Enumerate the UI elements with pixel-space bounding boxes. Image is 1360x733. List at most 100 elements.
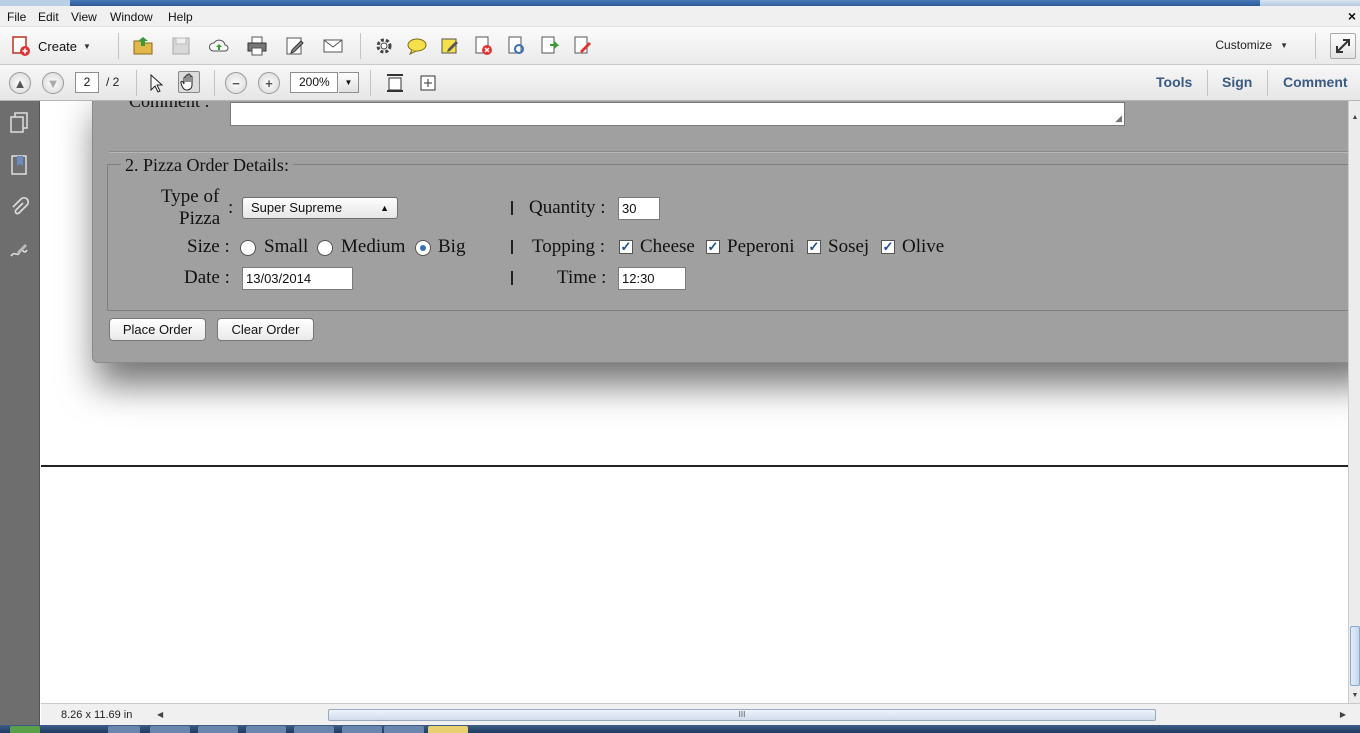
page-thumbnails-icon[interactable] <box>8 111 30 135</box>
taskbar-item[interactable] <box>294 726 334 733</box>
time-input[interactable]: 12:30 <box>618 267 686 290</box>
status-bar: 8.26 x 11.69 in ◀ III ▶ <box>41 703 1360 725</box>
attachments-icon[interactable] <box>8 196 30 220</box>
toolbar-separator <box>118 33 119 59</box>
clear-order-button[interactable]: Clear Order <box>217 318 314 341</box>
pizza-type-value: Super Supreme <box>251 200 343 215</box>
toolbar-separator <box>1267 70 1268 96</box>
signatures-icon[interactable] <box>8 239 30 263</box>
vertical-scrollbar[interactable]: ▲ ▼ <box>1348 101 1360 703</box>
size-small-radio[interactable] <box>240 240 256 256</box>
place-order-button[interactable]: Place Order <box>109 318 206 341</box>
taskbar-item-active[interactable] <box>428 726 468 733</box>
pizza-type-select[interactable]: Super Supreme ▲ <box>242 197 398 219</box>
date-label: Date : <box>184 267 230 288</box>
next-page-icon[interactable]: ▼ <box>42 72 64 94</box>
page-number-input[interactable]: 2 <box>75 72 99 93</box>
topping-peperoni-checkbox[interactable]: ✓ <box>706 240 720 254</box>
topping-cheese-checkbox[interactable]: ✓ <box>619 240 633 254</box>
zoom-level-input[interactable]: 200% <box>290 72 338 93</box>
scroll-down-icon[interactable]: ▼ <box>1349 689 1360 703</box>
main-toolbar: Create ▼ Customize ▼ <box>0 27 1360 65</box>
create-button[interactable]: Create ▼ <box>10 35 91 57</box>
menu-file[interactable]: File <box>7 10 26 24</box>
taskbar-item[interactable] <box>246 726 286 733</box>
scan-icon[interactable] <box>505 35 527 57</box>
menu-view[interactable]: View <box>71 10 97 24</box>
page-size-readout: 8.26 x 11.69 in <box>61 709 133 721</box>
start-button[interactable] <box>10 726 40 733</box>
create-pdf-icon <box>12 36 30 56</box>
highlight-icon[interactable] <box>439 35 461 57</box>
fieldset-legend: 2. Pizza Order Details: <box>121 155 293 176</box>
size-big-label: Big <box>438 236 466 257</box>
scroll-left-icon[interactable]: ◀ <box>157 707 163 722</box>
print-icon[interactable] <box>246 35 268 57</box>
edit-icon[interactable] <box>284 35 306 57</box>
comment-textarea[interactable]: ◢ <box>230 102 1125 126</box>
zoom-dropdown-button[interactable]: ▼ <box>339 72 359 93</box>
toolbar-separator <box>214 70 215 96</box>
email-icon[interactable] <box>322 35 344 57</box>
menu-edit[interactable]: Edit <box>38 10 59 24</box>
size-small-label: Small <box>264 236 309 257</box>
hand-tool-icon[interactable] <box>178 71 200 93</box>
fit-page-icon[interactable] <box>417 72 439 94</box>
tab-sign[interactable]: Sign <box>1222 74 1252 90</box>
topping-sosej-checkbox[interactable]: ✓ <box>807 240 821 254</box>
settings-gear-icon[interactable] <box>373 35 395 57</box>
bookmarks-icon[interactable] <box>8 153 30 177</box>
open-folder-icon[interactable] <box>132 35 154 57</box>
column-separator <box>511 201 513 215</box>
page-2-area <box>41 467 1348 703</box>
page-total: / 2 <box>106 75 120 89</box>
taskbar-item[interactable] <box>342 726 382 733</box>
chevron-down-icon: ▼ <box>344 78 353 87</box>
topping-olive-label: Olive <box>902 236 945 257</box>
chevron-down-icon: ▼ <box>1280 40 1288 50</box>
delete-page-icon[interactable] <box>472 35 494 57</box>
size-medium-radio[interactable] <box>317 240 333 256</box>
menu-help[interactable]: Help <box>168 10 193 24</box>
quantity-label: Quantity : <box>529 197 606 218</box>
time-label: Time : <box>557 267 607 288</box>
tab-comment[interactable]: Comment <box>1283 74 1348 90</box>
size-big-radio[interactable] <box>415 240 431 256</box>
close-document-icon[interactable]: × <box>1348 8 1356 24</box>
scroll-up-icon[interactable]: ▲ <box>1349 111 1360 125</box>
extract-icon[interactable] <box>571 35 593 57</box>
previous-page-icon[interactable]: ▲ <box>9 72 31 94</box>
create-label: Create <box>38 38 78 54</box>
comment-bubble-icon[interactable] <box>406 35 428 57</box>
taskbar-item[interactable] <box>108 726 140 733</box>
horizontal-scroll-thumb[interactable]: III <box>328 709 1156 721</box>
taskbar-item[interactable] <box>384 726 424 733</box>
horizontal-scrollbar[interactable]: ◀ III ▶ <box>151 707 1346 722</box>
topping-olive-checkbox[interactable]: ✓ <box>881 240 895 254</box>
full-screen-button[interactable] <box>1330 33 1356 59</box>
zoom-in-icon[interactable]: + <box>258 72 280 94</box>
toolbar-separator <box>1315 33 1316 59</box>
save-icon[interactable] <box>170 35 192 57</box>
export-icon[interactable] <box>538 35 560 57</box>
scroll-right-icon[interactable]: ▶ <box>1340 707 1346 722</box>
fit-width-icon[interactable] <box>384 72 406 94</box>
vertical-scroll-thumb[interactable] <box>1350 626 1360 686</box>
taskbar-item[interactable] <box>150 726 190 733</box>
menu-window[interactable]: Window <box>110 10 153 24</box>
quantity-input[interactable]: 30 <box>618 197 660 220</box>
menu-bar: File Edit View Window Help × <box>0 6 1360 27</box>
zoom-out-icon[interactable]: − <box>225 72 247 94</box>
type-of-pizza-label-2: Pizza <box>179 208 221 229</box>
select-cursor-icon[interactable] <box>146 72 168 94</box>
date-input[interactable]: 13/03/2014 <box>242 267 353 290</box>
customize-menu[interactable]: Customize ▼ <box>1215 38 1288 52</box>
customize-label: Customize <box>1215 38 1273 52</box>
resize-grip-icon[interactable]: ◢ <box>1115 113 1122 124</box>
toolbar-separator <box>360 33 361 59</box>
upload-cloud-icon[interactable] <box>208 35 230 57</box>
tab-tools[interactable]: Tools <box>1156 74 1192 90</box>
type-of-pizza-label-1: Type of <box>161 186 220 207</box>
taskbar-item[interactable] <box>198 726 238 733</box>
topping-peperoni-label: Peperoni <box>727 236 795 257</box>
